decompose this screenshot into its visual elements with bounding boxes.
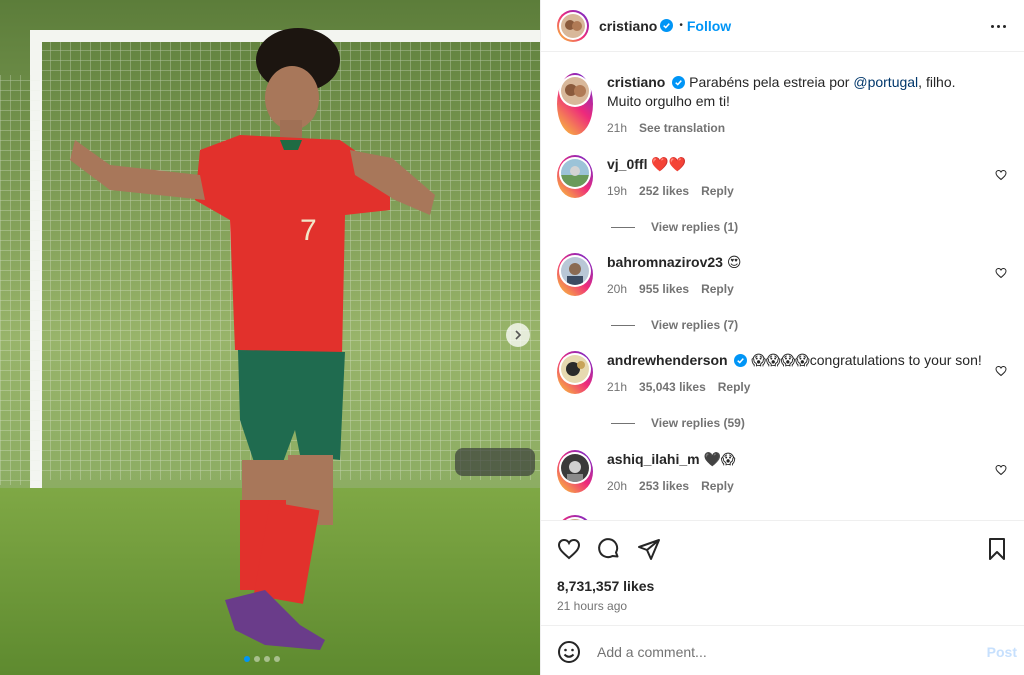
comment-likes[interactable]: 252 likes	[639, 184, 689, 198]
comment-likes[interactable]: 253 likes	[639, 479, 689, 493]
verified-badge-icon	[660, 19, 674, 32]
comment-time[interactable]: 19h	[607, 184, 627, 198]
verified-badge-icon	[734, 354, 748, 367]
post-actions: 8,731,357 likes 21 hours ago Post	[541, 520, 1024, 675]
heart-icon[interactable]	[557, 537, 581, 561]
comment-text: ❤️❤️	[651, 156, 687, 172]
more-options-icon	[996, 24, 1000, 28]
more-options-icon	[1002, 24, 1006, 28]
reply-button[interactable]: Reply	[701, 282, 734, 296]
divider-line	[611, 226, 635, 228]
carousel-dot	[244, 656, 250, 662]
caption-username[interactable]: cristiano	[607, 74, 665, 90]
carousel-next-button[interactable]	[506, 323, 530, 347]
avatar	[561, 257, 589, 285]
comment-username[interactable]: andrewhenderson	[607, 352, 728, 368]
comment-icon[interactable]	[597, 537, 621, 561]
add-comment-input[interactable]	[597, 638, 967, 666]
avatar	[561, 454, 589, 482]
view-replies-button[interactable]: View replies (7)	[611, 318, 738, 332]
carousel-indicator	[244, 656, 280, 662]
comment-avatar-ring[interactable]	[557, 253, 593, 296]
verified-badge-icon	[672, 76, 686, 89]
see-translation-button[interactable]: See translation	[639, 121, 725, 135]
view-replies-label: View replies (1)	[651, 220, 739, 234]
reply-button[interactable]: Reply	[701, 184, 734, 198]
header-username[interactable]: cristiano	[599, 18, 657, 34]
more-options-icon	[990, 24, 994, 28]
comment-heart-icon[interactable]	[995, 365, 1007, 377]
reply-button[interactable]: Reply	[718, 380, 751, 394]
avatar	[561, 355, 589, 383]
caption: cristiano Parabéns pela estreia por @por…	[557, 73, 1007, 135]
comment-item: vj_0ffl ❤️❤️ 19h 252 likes Reply	[557, 155, 1007, 198]
caption-text: Parabéns pela estreia por	[689, 74, 854, 90]
divider-line	[611, 422, 635, 424]
avatar	[561, 159, 589, 187]
divider-line	[611, 324, 635, 326]
comments-list[interactable]: cristiano Parabéns pela estreia por @por…	[541, 53, 1024, 520]
avatar	[561, 77, 589, 105]
comment-username[interactable]: bahromnazirov23	[607, 254, 723, 270]
comment-text: 😍	[726, 254, 742, 270]
comment-time[interactable]: 20h	[607, 282, 627, 296]
comment-likes[interactable]: 35,043 likes	[639, 380, 706, 394]
post-comment-button[interactable]: Post	[987, 644, 1017, 660]
view-replies-label: View replies (7)	[651, 318, 739, 332]
comment-time[interactable]: 20h	[607, 479, 627, 493]
caption-mention-link[interactable]: @portugal	[853, 74, 918, 90]
bookmark-icon[interactable]	[985, 537, 1009, 561]
separator-dot: •	[679, 20, 683, 31]
post-photo: 7	[0, 0, 540, 675]
view-replies-button[interactable]: View replies (59)	[611, 416, 745, 430]
comment-likes[interactable]: 955 likes	[639, 282, 689, 296]
reply-button[interactable]: Reply	[701, 479, 734, 493]
post-timestamp[interactable]: 21 hours ago	[557, 599, 627, 613]
comment-username[interactable]: ashiq_ilahi_m	[607, 451, 700, 467]
comment-avatar-ring[interactable]	[557, 155, 593, 198]
avatar	[561, 13, 585, 38]
add-comment-bar: Post	[541, 625, 1024, 675]
comment-text: 🖤😱	[703, 451, 736, 467]
more-options-button[interactable]	[987, 16, 1009, 36]
view-replies-button[interactable]: View replies (1)	[611, 220, 738, 234]
caption-avatar-ring[interactable]	[557, 73, 593, 135]
emoji-icon[interactable]	[557, 640, 581, 664]
comment-item: andrewhenderson 😱😱😱😱congratulations to y…	[557, 351, 1007, 394]
view-replies-label: View replies (59)	[651, 416, 745, 430]
share-icon[interactable]	[637, 537, 661, 561]
post-header: cristiano • Follow	[541, 0, 1024, 52]
comment-avatar-ring[interactable]	[557, 351, 593, 394]
post-side-panel: cristiano • Follow cristiano Parabéns pe…	[540, 0, 1024, 675]
follow-button[interactable]: Follow	[687, 18, 731, 34]
comment-text: 😱😱😱😱congratulations to your son!	[751, 352, 982, 368]
comment-heart-icon[interactable]	[995, 169, 1007, 181]
story-ring[interactable]	[557, 9, 589, 42]
chevron-right-icon	[515, 330, 522, 340]
svg-text:7: 7	[300, 214, 317, 247]
comment-item: ashiq_ilahi_m 🖤😱 20h 253 likes Reply	[557, 450, 1007, 493]
carousel-dot	[264, 656, 270, 662]
post-media[interactable]: 7	[0, 0, 540, 675]
comment-heart-icon[interactable]	[995, 464, 1007, 476]
comment-time[interactable]: 21h	[607, 380, 627, 394]
carousel-dot	[274, 656, 280, 662]
comment-item: bahromnazirov23 😍 20h 955 likes Reply	[557, 253, 1007, 296]
carousel-dot	[254, 656, 260, 662]
caption-time[interactable]: 21h	[607, 121, 627, 135]
likes-count[interactable]: 8,731,357 likes	[557, 578, 654, 594]
comment-username[interactable]: vj_0ffl	[607, 156, 647, 172]
comment-heart-icon[interactable]	[995, 267, 1007, 279]
comment-avatar-ring[interactable]	[557, 450, 593, 493]
